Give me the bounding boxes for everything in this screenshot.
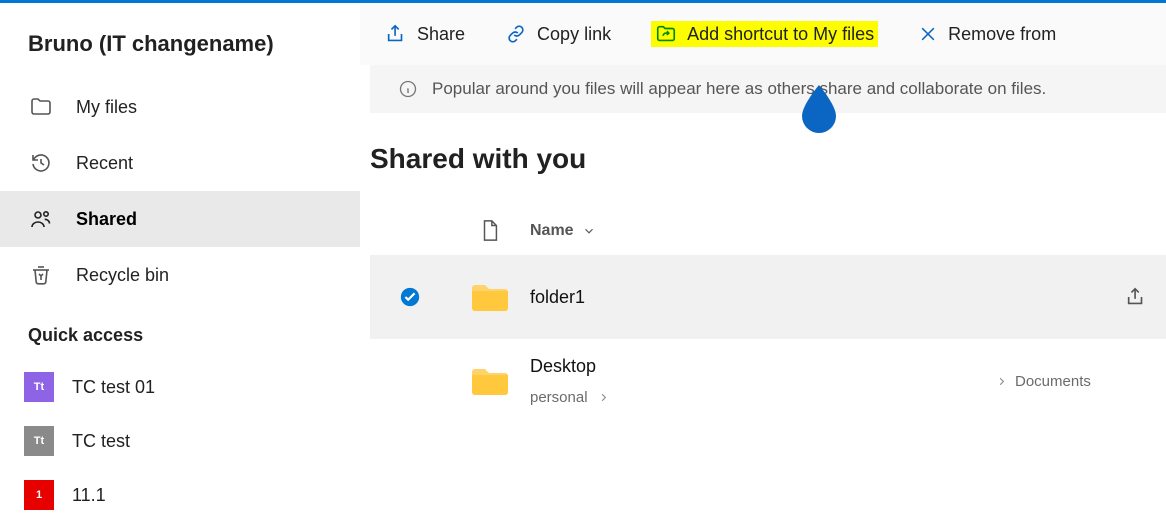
copy-link-label: Copy link [537,24,611,45]
chevron-right-icon [996,376,1007,387]
share-icon [385,23,407,45]
share-button[interactable]: Share [385,23,465,45]
sidebar-item-label: Recent [76,153,133,174]
recyclebin-icon [28,262,54,288]
remove-button[interactable]: Remove from [918,24,1056,45]
quick-access-item[interactable]: Tt TC test [0,414,360,468]
item-name: folder1 [530,287,585,308]
quick-access-item[interactable]: 1 11.1 [0,468,360,522]
quick-access-label: TC test [72,431,130,452]
info-banner-text: Popular around you files will appear her… [432,79,1046,99]
sidebar-item-shared[interactable]: Shared [0,191,360,247]
site-chip-icon: Tt [24,372,54,402]
share-row-icon[interactable] [1125,286,1147,308]
quick-access-label: TC test 01 [72,377,155,398]
folder-icon [28,94,54,120]
sidebar-item-label: Shared [76,209,137,230]
item-name: Desktop [530,356,596,377]
remove-label: Remove from [948,24,1056,45]
sidebar-item-label: My files [76,97,137,118]
folder-icon [470,364,510,398]
page-heading: Shared with you [360,133,1166,207]
copylink-icon [505,23,527,45]
quick-access-heading: Quick access [0,303,360,360]
sidebar: Bruno (IT changename) My files Recent Sh… [0,3,360,528]
main-area: Share Copy link Add shortcut to My files… [360,3,1166,528]
close-icon [918,24,938,44]
quick-access-item[interactable]: Tt TC test 01 [0,360,360,414]
info-icon [398,79,418,99]
column-type-icon [450,218,530,244]
clock-icon [28,150,54,176]
chevron-right-icon [598,392,609,403]
folder-shortcut-icon [655,23,677,45]
share-label: Share [417,24,465,45]
column-name-label: Name [530,222,574,240]
sidebar-item-recyclebin[interactable]: Recycle bin [0,247,360,303]
app-root: Bruno (IT changename) My files Recent Sh… [0,3,1166,528]
quick-access-label: 11.1 [72,485,106,506]
site-chip-icon: Tt [24,426,54,456]
site-chip-icon: 1 [24,480,54,510]
breadcrumb-trail[interactable]: Documents [1015,373,1091,390]
sidebar-item-recent[interactable]: Recent [0,135,360,191]
sidebar-item-label: Recycle bin [76,265,169,286]
list-item[interactable]: Desktop personal Documents [370,339,1166,423]
chevron-down-icon [582,224,596,238]
folder-icon [470,280,510,314]
column-name-header[interactable]: Name [530,222,1106,240]
add-shortcut-button[interactable]: Add shortcut to My files [651,21,878,47]
add-shortcut-label: Add shortcut to My files [687,24,874,45]
people-icon [28,206,54,232]
column-header-row: Name [370,207,1166,255]
info-banner: Popular around you files will appear her… [370,65,1166,113]
command-bar: Share Copy link Add shortcut to My files… [360,3,1166,65]
file-list: Name folder1 [360,207,1166,423]
item-subtitle: personal [530,389,588,406]
copy-link-button[interactable]: Copy link [505,23,611,45]
selected-check-icon[interactable] [399,286,421,308]
sidebar-item-myfiles[interactable]: My files [0,79,360,135]
sidebar-title: Bruno (IT changename) [0,23,360,79]
list-item[interactable]: folder1 [370,255,1166,339]
